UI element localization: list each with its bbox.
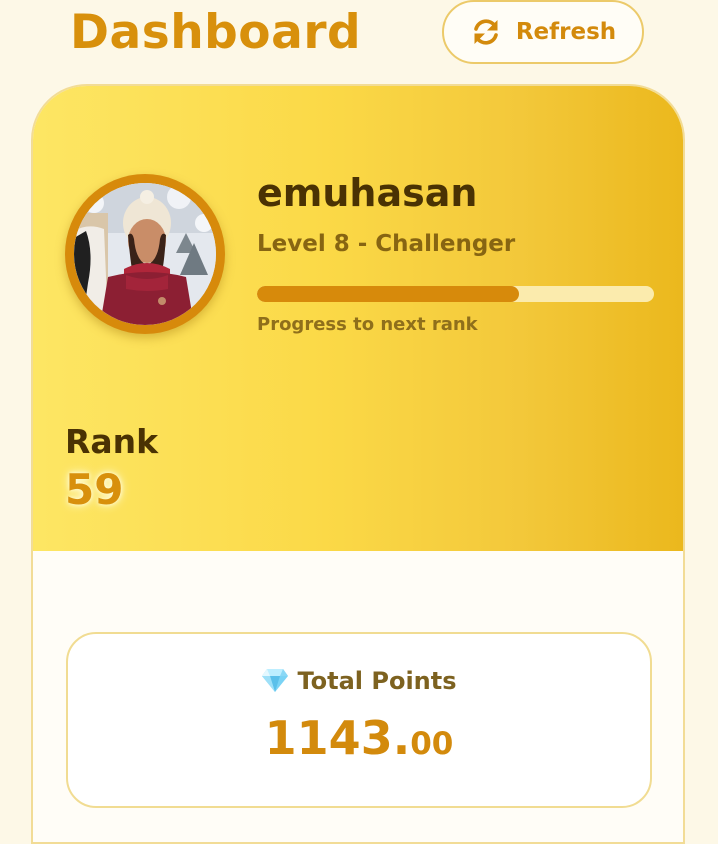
rank-progress-bar (257, 286, 654, 302)
rank-label: Rank (65, 422, 159, 461)
refresh-button[interactable]: Refresh (442, 0, 644, 64)
page-title: Dashboard (70, 5, 362, 60)
username: emuhasan (257, 171, 478, 215)
refresh-icon (470, 16, 502, 48)
avatar-ring (65, 174, 225, 334)
total-points-integer: 1143. (264, 711, 411, 765)
rank-progress-fill (257, 286, 520, 302)
avatar[interactable] (74, 183, 216, 325)
total-points-card: Total Points 1143.00 (66, 632, 652, 808)
total-points-heading: Total Points (68, 664, 650, 702)
total-points-decimal: 00 (410, 726, 454, 762)
total-points-value: 1143.00 (68, 706, 650, 781)
level-label: Level 8 - Challenger (257, 231, 516, 257)
profile-hero: emuhasan Level 8 - Challenger Progress t… (33, 86, 683, 551)
progress-label: Progress to next rank (257, 314, 478, 335)
refresh-button-label: Refresh (515, 19, 617, 45)
rank-value: 59 (65, 465, 124, 514)
gem-icon (261, 667, 289, 702)
total-points-label: Total Points (297, 667, 457, 695)
profile-card: emuhasan Level 8 - Challenger Progress t… (31, 84, 685, 844)
